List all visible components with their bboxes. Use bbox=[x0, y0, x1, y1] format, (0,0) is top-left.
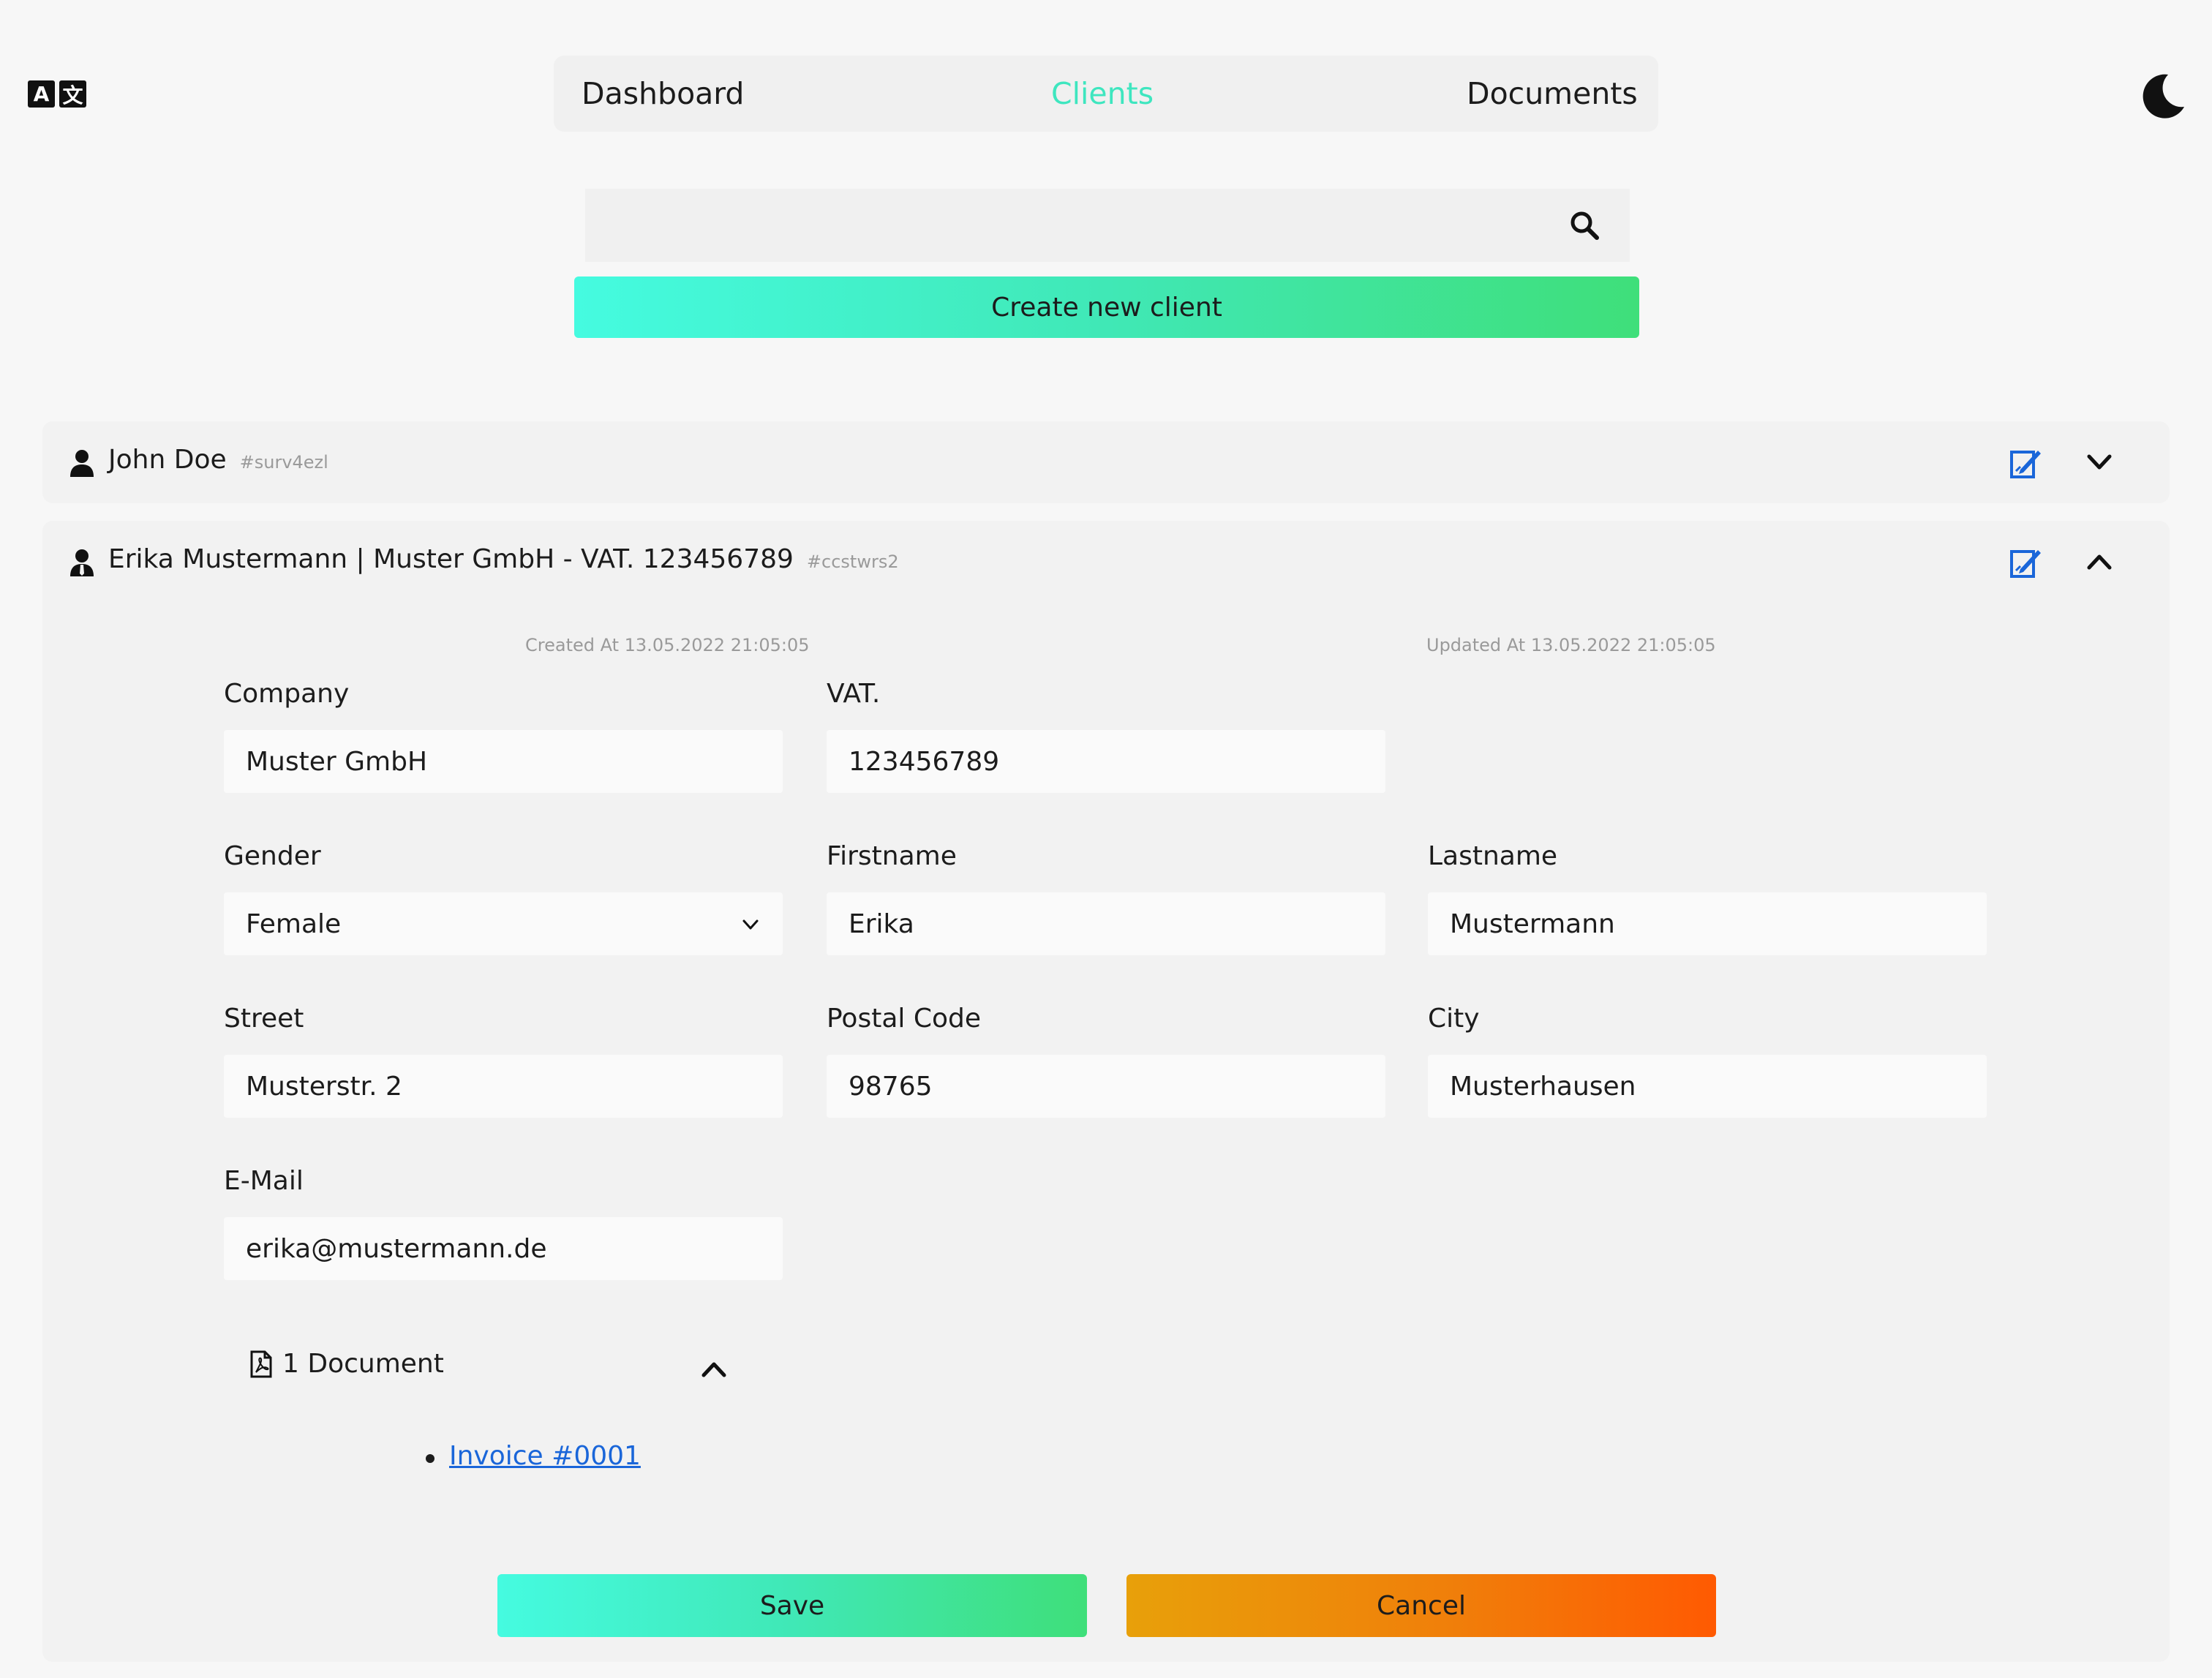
vat-field[interactable]: 123456789 bbox=[827, 730, 1385, 793]
gender-value: Female bbox=[246, 908, 342, 939]
chevron-down-icon[interactable] bbox=[2085, 448, 2114, 477]
moon-icon[interactable] bbox=[2136, 70, 2187, 121]
chevron-up-icon[interactable] bbox=[699, 1355, 729, 1384]
nav-item-documents[interactable]: Documents bbox=[1467, 56, 1638, 132]
translate-icon[interactable]: A 文 bbox=[28, 80, 86, 110]
nav-item-dashboard[interactable]: Dashboard bbox=[582, 56, 744, 132]
email-label: E-Mail bbox=[224, 1166, 304, 1196]
city-field[interactable]: Musterhausen bbox=[1428, 1055, 1987, 1118]
main-nav: Dashboard Clients Documents bbox=[554, 56, 1658, 132]
pdf-file-icon bbox=[250, 1350, 272, 1377]
document-link[interactable]: Invoice #0001 bbox=[449, 1441, 641, 1471]
user-tie-icon bbox=[70, 549, 94, 576]
nav-item-clients[interactable]: Clients bbox=[1051, 56, 1154, 132]
list-bullet bbox=[426, 1454, 434, 1463]
company-label: Company bbox=[224, 679, 350, 709]
edit-icon[interactable] bbox=[2010, 446, 2042, 478]
client-header[interactable]: Erika Mustermann | Muster GmbH - VAT. 12… bbox=[42, 521, 2170, 603]
company-field[interactable]: Muster GmbH bbox=[224, 730, 783, 793]
save-button[interactable]: Save bbox=[497, 1574, 1087, 1637]
lastname-field[interactable]: Mustermann bbox=[1428, 892, 1987, 955]
firstname-label: Firstname bbox=[827, 841, 957, 871]
gender-label: Gender bbox=[224, 841, 321, 871]
client-id: #ccstwrs2 bbox=[806, 552, 899, 572]
lastname-label: Lastname bbox=[1428, 841, 1558, 871]
postal-code-label: Postal Code bbox=[827, 1004, 981, 1034]
street-label: Street bbox=[224, 1004, 304, 1034]
gender-select[interactable]: Female bbox=[224, 892, 783, 955]
search-bar[interactable] bbox=[585, 189, 1630, 262]
street-field[interactable]: Musterstr. 2 bbox=[224, 1055, 783, 1118]
edit-icon[interactable] bbox=[2010, 546, 2042, 578]
create-client-button[interactable]: Create new client bbox=[574, 276, 1639, 338]
client-name-text: John Doe bbox=[108, 445, 227, 475]
user-icon bbox=[70, 450, 94, 477]
client-id: #surv4ezl bbox=[239, 452, 328, 473]
client-name: John Doe #surv4ezl bbox=[108, 445, 328, 475]
translate-icon-b: 文 bbox=[59, 80, 86, 108]
vat-label: VAT. bbox=[827, 679, 881, 709]
client-name: Erika Mustermann | Muster GmbH - VAT. 12… bbox=[108, 544, 899, 574]
created-at: Created At 13.05.2022 21:05:05 bbox=[525, 635, 810, 655]
postal-code-field[interactable]: 98765 bbox=[827, 1055, 1385, 1118]
client-name-text: Erika Mustermann | Muster GmbH - VAT. 12… bbox=[108, 544, 794, 574]
search-icon[interactable] bbox=[1568, 209, 1600, 241]
client-card[interactable]: John Doe #surv4ezl bbox=[42, 421, 2170, 503]
chevron-up-icon[interactable] bbox=[2085, 547, 2114, 576]
updated-at: Updated At 13.05.2022 21:05:05 bbox=[1426, 635, 1716, 655]
chevron-down-icon bbox=[742, 919, 759, 930]
firstname-field[interactable]: Erika bbox=[827, 892, 1385, 955]
client-header[interactable]: John Doe #surv4ezl bbox=[42, 421, 2170, 503]
city-label: City bbox=[1428, 1004, 1480, 1034]
cancel-button[interactable]: Cancel bbox=[1126, 1574, 1716, 1637]
email-field[interactable]: erika@mustermann.de bbox=[224, 1217, 783, 1280]
translate-icon-a: A bbox=[28, 80, 55, 108]
client-card-expanded: Erika Mustermann | Muster GmbH - VAT. 12… bbox=[42, 521, 2170, 1662]
documents-toggle[interactable]: 1 Document bbox=[250, 1349, 444, 1379]
documents-summary: 1 Document bbox=[282, 1349, 444, 1379]
